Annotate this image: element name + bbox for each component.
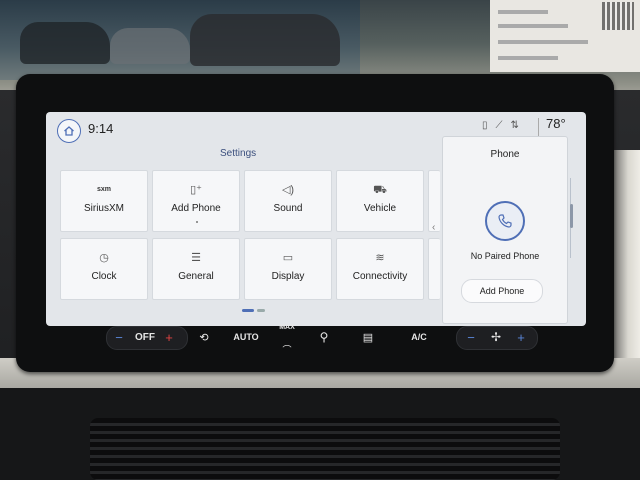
phone-panel: Phone No Paired Phone Add Phone [442, 136, 568, 324]
recirculation-icon: ⟲ [199, 331, 209, 344]
clock-time: 9:14 [88, 121, 114, 136]
tile-general[interactable]: ☰ General [152, 238, 240, 300]
phone-handset-icon [498, 214, 512, 228]
tile-partial[interactable] [428, 238, 440, 300]
fan-icon: ✢ [490, 330, 502, 344]
display-icon: ▭ [282, 252, 294, 264]
home-icon [64, 126, 74, 136]
chevron-left-icon[interactable]: ‹ [432, 222, 435, 233]
tile-label: SiriusXM [83, 203, 124, 214]
page-title: Settings [220, 148, 257, 159]
airflow-mode-button[interactable]: ⚲ [312, 322, 336, 352]
phone-button[interactable] [485, 201, 525, 241]
infotainment-screen: 9:14 ▯ ⟋ ⇅ 78° Settings sxm SiriusXM ▯⁺ … [46, 112, 586, 326]
tile-vehicle[interactable]: ⛟ Vehicle [336, 170, 424, 232]
climate-controls: − OFF + ⟲ AUTO MAX ⌒ ⚲ ▤ A/C − ✢ + [100, 322, 540, 355]
tile-sound[interactable]: ◁) Sound [244, 170, 332, 232]
tile-label: Sound [273, 203, 303, 214]
siriusxm-logo-icon: sxm [96, 186, 111, 193]
ac-button[interactable]: A/C [406, 322, 432, 352]
tile-connectivity[interactable]: ≋ Connectivity [336, 238, 424, 300]
network-icon: ⇅ [510, 120, 519, 131]
vehicle-settings-icon: ⛟ [373, 184, 387, 196]
no-signal-icon: ⟋ [495, 120, 503, 131]
temp-decrease-button[interactable]: − [462, 322, 480, 352]
temp-increase-button[interactable]: + [512, 322, 530, 352]
qr-code-graphic [602, 2, 634, 30]
speaker-icon: ◁) [281, 184, 295, 196]
background-car [110, 28, 190, 64]
sliders-icon: ☰ [191, 252, 201, 264]
status-icons: ▯ ⟋ ⇅ [482, 120, 519, 131]
phone-status-text: No Paired Phone [470, 251, 540, 261]
fan-increase-button[interactable]: + [160, 322, 178, 352]
tile-siriusxm[interactable]: sxm SiriusXM [60, 170, 148, 232]
fan-decrease-button[interactable]: − [110, 322, 128, 352]
tile-label: Display [271, 271, 305, 282]
phone-panel-title: Phone [490, 149, 520, 160]
home-button[interactable] [57, 119, 81, 143]
phone-status-icon: ▯ [482, 120, 488, 131]
tile-display[interactable]: ▭ Display [244, 238, 332, 300]
add-phone-button[interactable]: Add Phone [461, 279, 543, 303]
clock-icon: ◷ [99, 252, 109, 264]
outside-temperature: 78° [546, 116, 566, 131]
phone-add-icon: ▯⁺ [190, 184, 202, 196]
wifi-icon: ≋ [375, 252, 385, 264]
scrollbar-thumb[interactable] [570, 204, 573, 228]
tile-label: Connectivity [352, 271, 408, 282]
recirculation-button[interactable]: ⟲ [192, 322, 216, 352]
max-defrost-icon: ⌒ [282, 344, 292, 355]
rear-defrost-icon: ▤ [362, 331, 374, 344]
tile-label: Clock [91, 271, 117, 282]
air-vent [90, 418, 560, 480]
tile-add-phone[interactable]: ▯⁺ Add Phone [152, 170, 240, 232]
window-sticker [490, 0, 640, 72]
auto-climate-button[interactable]: AUTO [230, 322, 262, 352]
tile-label: Add Phone [171, 203, 221, 214]
rear-defrost-button[interactable]: ▤ [356, 322, 380, 352]
background-car [190, 14, 340, 66]
tile-clock[interactable]: ◷ Clock [60, 238, 148, 300]
tile-label: Vehicle [363, 203, 397, 214]
fan-off-label[interactable]: OFF [132, 322, 158, 352]
page-indicator [242, 309, 265, 312]
background-car [20, 22, 110, 64]
seat-airflow-icon: ⚲ [319, 330, 329, 344]
tile-label: General [178, 271, 214, 282]
